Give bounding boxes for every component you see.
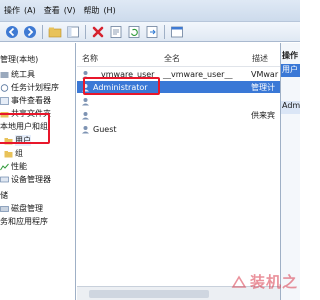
console-tree: 管理(本地) 统工具 任务计划程序 事件查看器 共享文件夹 本地用户和组 用户 … — [0, 43, 76, 300]
shared-folder-icon — [0, 110, 9, 118]
list-item-user-4[interactable]: 供来宾 — [77, 109, 280, 121]
tree-node-label: 统工具 — [11, 70, 35, 79]
user-icon — [82, 97, 89, 105]
user-icon — [82, 70, 89, 78]
list-item-user-3[interactable] — [77, 95, 280, 107]
forward-icon[interactable] — [22, 24, 38, 40]
tree-node-label: 设备管理器 — [11, 175, 51, 184]
tree-node-label: 务和应用程序 — [0, 217, 48, 226]
tree-node-label: 磁盘管理 — [11, 204, 43, 213]
tree-node-shared-folders[interactable]: 共享文件夹 — [0, 107, 51, 120]
properties-icon[interactable] — [108, 24, 124, 40]
tree-node-local-users-groups[interactable]: 本地用户和组 — [0, 120, 48, 133]
tree-node-label: 本地用户和组 — [0, 122, 48, 131]
column-header-fullname[interactable]: 全名 — [159, 53, 247, 64]
column-header-description[interactable]: 描述 — [247, 53, 280, 64]
tree-node-disk-management[interactable]: 磁盘管理 — [0, 202, 43, 215]
menu-view[interactable]: 查看 — [40, 0, 64, 22]
tree-node-users[interactable]: 用户 — [4, 134, 31, 147]
list-item-administrator[interactable]: Administrator 管理计 — [77, 81, 280, 93]
tree-node-device-manager[interactable]: 设备管理器 — [0, 173, 51, 186]
tree-node-label: 任务计划程序 — [11, 83, 59, 92]
up-folder-icon[interactable] — [47, 24, 63, 40]
list-item-name-cell — [77, 111, 159, 120]
back-icon[interactable] — [4, 24, 20, 40]
list-item-name-cell: Administrator — [77, 83, 159, 92]
horizontal-scrollbar[interactable] — [77, 286, 280, 300]
event-viewer-icon — [0, 96, 9, 105]
actions-users-item[interactable]: 用户 — [281, 64, 300, 77]
tree-node-label: 共享文件夹 — [11, 109, 51, 118]
toolbar — [0, 22, 300, 42]
tree-node-label: 事件查看器 — [11, 96, 51, 105]
tree-node-label: 性能 — [11, 162, 27, 171]
list-item-description: VMwar — [251, 69, 279, 79]
tree-node-storage[interactable]: 储 — [0, 189, 8, 202]
tree-node-label: 储 — [0, 191, 8, 200]
list-item-vmware-user[interactable]: __vmware_user__ __vmware_user__ VMwar — [77, 68, 280, 80]
user-icon — [82, 83, 89, 91]
list-item-name-cell: Guest — [77, 125, 159, 134]
tree-node-label: 管理(本地) — [0, 55, 39, 64]
tree-node-label: 用户 — [15, 135, 31, 146]
menu-help[interactable]: 帮助 — [79, 0, 103, 22]
refresh-icon[interactable] — [126, 24, 142, 40]
users-folder-icon — [4, 137, 13, 145]
list-item-description: 管理计 — [251, 82, 275, 92]
help-icon[interactable] — [169, 24, 185, 40]
tree-node-event-viewer[interactable]: 事件查看器 — [0, 94, 51, 107]
menu-action[interactable]: 操作 — [0, 0, 24, 22]
toolbar-separator — [85, 24, 86, 39]
list-item-name: __vmware_user__ — [93, 69, 159, 79]
column-header-name[interactable]: 名称 — [77, 53, 159, 64]
menu-view-accel[interactable]: (V) — [64, 0, 80, 22]
list-item-name-cell — [77, 97, 159, 106]
tree-node-performance[interactable]: 性能 — [0, 160, 27, 173]
actions-admin-item[interactable]: Adm — [281, 101, 300, 114]
list-item-description: 供来宾 — [251, 110, 275, 120]
menu-help-accel[interactable]: (H) — [103, 0, 119, 22]
tree-node-label: 组 — [15, 149, 23, 158]
actions-pane: 操作 用户 Adm — [280, 43, 300, 300]
device-manager-icon — [0, 176, 9, 184]
menu-action-accel[interactable]: (A) — [24, 0, 40, 22]
toolbar-separator — [42, 24, 43, 39]
scrollbar-thumb[interactable] — [89, 290, 209, 298]
delete-icon[interactable] — [90, 24, 106, 40]
user-icon — [82, 111, 89, 119]
tree-node-task-scheduler[interactable]: 任务计划程序 — [0, 81, 59, 94]
list-item-name-cell: __vmware_user__ — [77, 70, 159, 79]
computer-management-window: 操作 (A) 查看 (V) 帮助 (H) 管理(本地) 统工具 任务计划程序 事… — [0, 0, 300, 300]
user-icon — [82, 125, 89, 133]
list-item-guest[interactable]: Guest — [77, 123, 280, 135]
users-list: 名称 全名 描述 __vmware_user__ __vmware_user__… — [77, 43, 280, 300]
performance-icon — [0, 163, 9, 171]
list-item-fullname: __vmware_user__ — [163, 69, 233, 79]
disk-icon — [0, 205, 9, 213]
tree-node-services-apps[interactable]: 务和应用程序 — [0, 215, 48, 228]
actions-header: 操作 — [282, 51, 298, 60]
menu-bar: 操作 (A) 查看 (V) 帮助 (H) — [0, 0, 300, 22]
tools-icon — [0, 71, 9, 79]
list-header: 名称 全名 描述 — [77, 51, 280, 67]
tree-node-computer-management[interactable]: 管理(本地) — [0, 53, 38, 66]
tree-node-groups[interactable]: 组 — [4, 147, 23, 160]
list-item-name: Guest — [93, 124, 117, 134]
toolbar-separator — [164, 24, 165, 39]
list-item-name: Administrator — [93, 82, 148, 92]
clock-icon — [0, 83, 9, 92]
show-hide-tree-icon[interactable] — [65, 24, 81, 40]
tree-node-system-tools[interactable]: 统工具 — [0, 68, 35, 81]
groups-folder-icon — [4, 150, 13, 158]
export-list-icon[interactable] — [144, 24, 160, 40]
